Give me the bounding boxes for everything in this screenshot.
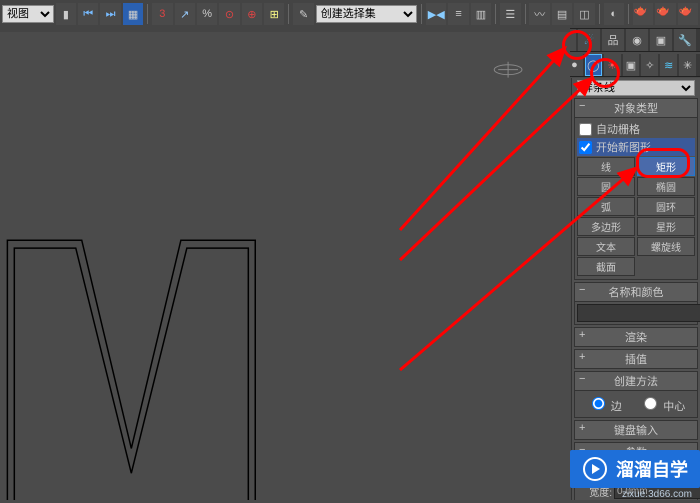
center-radio[interactable]: 中心 [639,394,685,414]
watermark-badge: 溜溜自学 zixue.3d66.com [570,450,700,488]
cameras-cat-icon[interactable]: ▣ [623,54,640,76]
percent-snap-icon[interactable]: % [197,3,217,25]
layer-manager-icon[interactable]: ☰ [500,3,520,25]
named-sel-edit-icon[interactable]: ✎ [293,3,313,25]
material-editor-icon[interactable]: ◐ [604,3,624,25]
rollout-title: 名称和颜色 [609,287,664,299]
rollout-object-type: −对象类型 自动栅格 开始新图形 线 矩形 圆 椭圆 弧 圆环 多边形 星形 文… [574,98,698,280]
section-button[interactable]: 截面 [577,257,635,276]
create-set-select[interactable]: 创建选择集 [316,5,417,23]
text-button[interactable]: 文本 [577,237,635,256]
align-icon[interactable]: ≡ [448,3,468,25]
rollout-header[interactable]: +插值 [574,349,698,369]
motion-tab-icon[interactable]: ◉ [626,29,648,51]
snap-options-icon[interactable]: ⊕ [242,3,262,25]
watermark-url: zixue.3d66.com [622,489,692,500]
helix-button[interactable]: 螺旋线 [637,237,695,256]
rollout-header[interactable]: +键盘输入 [574,420,698,440]
schematic-view-icon[interactable]: ◫ [574,3,594,25]
rollout-creation-method: −创建方法 边 中心 [574,371,698,418]
dope-sheet-icon[interactable]: ▤ [552,3,572,25]
label: 开始新图形 [596,139,651,155]
spinner-snap-icon[interactable]: ⊙ [219,3,239,25]
rollout-header[interactable]: −创建方法 [574,371,698,391]
curve-editor-icon[interactable]: 〰 [529,3,549,25]
render-frame-icon[interactable]: 🫖 [655,3,675,25]
donut-button[interactable]: 圆环 [637,197,695,216]
view-select[interactable]: 视图 [2,5,54,23]
keyframe-toggle-icon[interactable]: ▮ [56,3,76,25]
rollout-header[interactable]: −名称和颜色 [574,282,698,302]
selection-lock-icon[interactable]: ▦ [123,3,143,25]
quick-align-icon[interactable]: ▥ [471,3,491,25]
edge-radio[interactable]: 边 [587,394,622,414]
rollout-title: 键盘输入 [614,425,658,437]
rollout-render: +渲染 [574,327,698,347]
rollout-header[interactable]: −对象类型 [574,98,698,118]
lights-cat-icon[interactable]: ☀ [604,54,621,76]
label: 自动栅格 [596,121,640,137]
next-key-icon[interactable]: ⏭ [100,3,120,25]
ellipse-button[interactable]: 椭圆 [637,177,695,196]
angle-snap-icon[interactable]: ↗ [175,3,195,25]
rollout-title: 插值 [625,354,647,366]
watermark-text: 溜溜自学 [616,456,688,482]
object-name-input[interactable] [577,304,700,322]
rollout-title: 渲染 [625,332,647,344]
helpers-cat-icon[interactable]: ✧ [641,54,658,76]
rectangle-button[interactable]: 矩形 [637,157,695,176]
modify-tab-icon[interactable]: ☄ [578,29,600,51]
rollout-header[interactable]: +渲染 [574,327,698,347]
create-category-row: ● ◯ ☀ ▣ ✧ ≋ ✳ [562,54,700,77]
spacewarps-cat-icon[interactable]: ≋ [660,54,677,76]
circle-button[interactable]: 圆 [577,177,635,196]
auto-grid-checkbox[interactable]: 自动栅格 [577,120,695,138]
main-toolbar: 视图 ▮ ⏮ ⏭ ▦ 3 ↗ % ⊙ ⊕ ⊞ ✎ 创建选择集 ▶◀ ≡ ▥ ☰ … [0,0,700,29]
shapes-cat-icon[interactable]: ◯ [585,54,602,76]
rollout-title: 对象类型 [614,103,658,115]
mirror-icon[interactable]: ▶◀ [426,3,446,25]
rollout-name-color: −名称和颜色 [574,282,698,325]
arc-button[interactable]: 弧 [577,197,635,216]
systems-cat-icon[interactable]: ✳ [679,54,696,76]
axis-constraint-icon[interactable]: ⊞ [264,3,284,25]
star-button[interactable]: 星形 [637,217,695,236]
create-panel: 样条线 −对象类型 自动栅格 开始新图形 线 矩形 圆 椭圆 弧 圆环 多边形 … [571,78,700,500]
line-button[interactable]: 线 [577,157,635,176]
snap-3-icon[interactable]: 3 [152,3,172,25]
hierarchy-tab-icon[interactable]: 品 [602,29,624,51]
polygon-button[interactable]: 多边形 [577,217,635,236]
rollout-title: 创建方法 [614,376,658,388]
render-setup-icon[interactable]: 🫖 [633,3,653,25]
rollout-interpolation: +插值 [574,349,698,369]
rollout-keyboard-entry: +键盘输入 [574,420,698,440]
shape-category-select[interactable]: 样条线 [577,80,695,96]
prev-key-icon[interactable]: ⏮ [78,3,98,25]
utilities-tab-icon[interactable]: 🔧 [674,29,696,51]
display-tab-icon[interactable]: ▣ [650,29,672,51]
render-production-icon[interactable]: 🫖 [678,3,698,25]
start-new-shape-checkbox[interactable]: 开始新图形 [577,138,695,156]
viewport[interactable] [0,28,570,500]
